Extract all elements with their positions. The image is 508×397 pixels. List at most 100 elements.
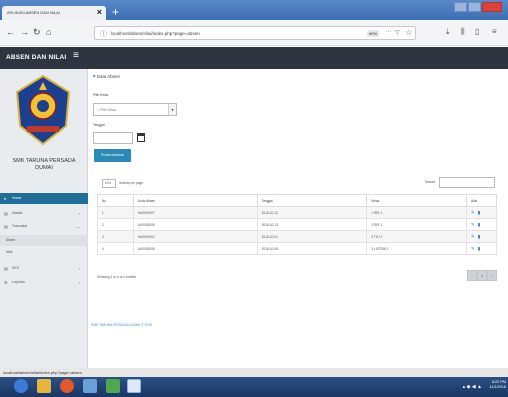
- reload-icon[interactable]: ↻: [33, 27, 41, 37]
- edit-icon[interactable]: ✎: [471, 234, 475, 239]
- cell-aksi: ✎ ▮: [466, 206, 497, 219]
- table-row: 4 KA0000008 2018-10-08 3 LISTRIK 1 ✎ ▮: [97, 242, 497, 255]
- pocket-icon[interactable]: ▽: [395, 29, 400, 36]
- pagination-prev[interactable]: ‹: [467, 270, 477, 281]
- browser-tab[interactable]: APLIKASI ABSEN DAN NILAI ×: [2, 6, 106, 20]
- chevron-left-icon: ‹: [78, 280, 80, 285]
- delete-icon[interactable]: ▮: [478, 246, 480, 251]
- system-tray-icons[interactable]: ▴ ◆ ◀ ▲: [463, 384, 482, 390]
- library-icon[interactable]: ⫼: [461, 27, 465, 37]
- sidebar-item-master[interactable]: ▤ Master ‹: [0, 208, 88, 219]
- app-icon[interactable]: [106, 379, 120, 393]
- download-icon[interactable]: ⤓: [446, 27, 450, 37]
- tab-title: APLIKASI ABSEN DAN NILAI: [7, 10, 60, 15]
- back-icon[interactable]: ←: [6, 27, 15, 37]
- cell-kelas: 1 RPL 1: [366, 206, 468, 219]
- delete-icon[interactable]: ▮: [478, 222, 480, 227]
- address-bar[interactable]: ⓘ localhost/absen/nilai/index.php?page=a…: [94, 26, 416, 40]
- column-header-no[interactable]: No: [97, 194, 134, 207]
- firefox-icon[interactable]: [60, 379, 74, 393]
- clock[interactable]: 8:22 PM 11/1/2018: [489, 380, 506, 390]
- absen-table: No Kode Absen Tanggal Kelas Aksi 1 KA000…: [97, 194, 497, 255]
- calendar-icon[interactable]: [137, 133, 145, 142]
- school-logo: [15, 74, 71, 146]
- home-icon[interactable]: ⌂: [46, 27, 51, 37]
- school-name-line1: SMK TARUNA PERSADA: [12, 158, 76, 164]
- sidebar-item-sks[interactable]: ▤ SKS ‹: [0, 263, 88, 274]
- new-tab-button[interactable]: +: [112, 6, 119, 18]
- search-input[interactable]: [439, 177, 495, 188]
- bookmark-star-icon[interactable]: ☆: [405, 28, 412, 37]
- page-actions-icon[interactable]: ···: [385, 28, 392, 35]
- browser-toolbar: ← → ↻ ⌂ ⓘ localhost/absen/nilai/index.ph…: [0, 20, 508, 46]
- tanggal-label: Tanggal: [93, 123, 105, 127]
- menu-icon[interactable]: ≡: [492, 27, 497, 36]
- sidebar-item-home[interactable]: ♦ Home: [0, 193, 88, 204]
- minimize-button[interactable]: [454, 2, 467, 12]
- cell-no: 2: [97, 218, 134, 231]
- records-per-page-label: records per page: [119, 181, 144, 185]
- tanggal-input[interactable]: [93, 132, 133, 144]
- url-text[interactable]: localhost/absen/nilai/index.php?page=abs…: [111, 31, 200, 36]
- file-explorer-icon[interactable]: [37, 379, 51, 393]
- records-per-page-select[interactable]: 10 ▾: [102, 179, 116, 188]
- school-name: SMK TARUNA PERSADA DUMAI: [0, 158, 88, 172]
- kelas-label: Pilih Kelas: [93, 93, 109, 97]
- table-info: Showing 1 to 4 of 4 entries: [97, 275, 137, 279]
- column-header-kelas[interactable]: Kelas: [366, 194, 468, 207]
- start-button-icon[interactable]: [14, 379, 28, 393]
- cell-aksi: ✎ ▮: [466, 242, 497, 255]
- tab-close-icon[interactable]: ×: [97, 7, 102, 17]
- pagination-page[interactable]: 1: [477, 270, 487, 281]
- zoom-level[interactable]: 80%: [367, 30, 380, 37]
- sidebar-item-label: Home: [12, 196, 22, 200]
- cell-kode: KA0000007: [132, 206, 258, 219]
- delete-icon[interactable]: ▮: [478, 210, 480, 215]
- cell-tanggal: 2018-10-13: [256, 218, 368, 231]
- taskbar: ▴ ◆ ◀ ▲ 8:22 PM 11/1/2018: [0, 377, 508, 397]
- sidebar: SMK TARUNA PERSADA DUMAI ♦ Home ▤ Master…: [0, 69, 88, 368]
- kelas-select-value: --Pilih Kelas--: [98, 108, 118, 112]
- chevron-left-icon: ‹: [78, 266, 80, 271]
- info-icon[interactable]: ⓘ: [100, 29, 107, 39]
- browser-statusbar: localhost/absen/nilai/index.php?page=abs…: [0, 368, 508, 377]
- cell-kode: KA0000008: [132, 242, 258, 255]
- window-controls: [453, 2, 502, 12]
- sidebar-toggle-icon[interactable]: ▯: [475, 27, 479, 36]
- app-header: ABSEN DAN NILAI ≡: [0, 47, 508, 69]
- chevron-left-icon: ‹: [78, 211, 80, 216]
- edit-icon[interactable]: ✎: [471, 222, 475, 227]
- column-header-tanggal[interactable]: Tanggal: [256, 194, 368, 207]
- sidebar-subitem-label: Absen: [6, 238, 16, 242]
- sidebar-item-label: Laporan: [12, 280, 25, 284]
- cell-kode: KA0000002: [132, 230, 258, 243]
- kelas-select[interactable]: --Pilih Kelas-- ▾: [93, 103, 177, 116]
- process-absensi-button[interactable]: Proses Absensi: [94, 149, 131, 162]
- word-icon[interactable]: [127, 379, 141, 393]
- footer-text[interactable]: SMK TARUNA PERSADA DUMAI © 2018: [91, 323, 152, 327]
- cell-kelas: 3 LISTRIK 1: [366, 242, 468, 255]
- media-player-icon[interactable]: [83, 379, 97, 393]
- home-icon: ♦: [4, 196, 7, 201]
- list-icon: ☰: [4, 280, 8, 285]
- delete-icon[interactable]: ▮: [478, 234, 480, 239]
- edit-icon[interactable]: ✎: [471, 210, 475, 215]
- hamburger-icon[interactable]: ≡: [73, 50, 79, 61]
- maximize-button[interactable]: [468, 2, 481, 12]
- sidebar-subitem-nilai[interactable]: Nilai: [0, 247, 88, 258]
- app-brand[interactable]: ABSEN DAN NILAI: [6, 54, 66, 61]
- sidebar-item-laporan[interactable]: ☰ Laporan ‹: [0, 277, 88, 288]
- edit-icon[interactable]: ✎: [471, 246, 475, 251]
- sidebar-subitem-absen[interactable]: Absen: [0, 235, 88, 246]
- sidebar-item-transaksi[interactable]: ▤ Transaksi ⌄: [0, 221, 88, 232]
- cell-aksi: ✎ ▮: [466, 230, 497, 243]
- column-header-aksi: Aksi: [466, 194, 497, 207]
- column-header-kode[interactable]: Kode Absen: [132, 194, 258, 207]
- forward-icon[interactable]: →: [20, 27, 29, 37]
- sidebar-item-label: SKS: [12, 266, 20, 270]
- sidebar-item-label: Transaksi: [12, 224, 28, 228]
- folder-icon: ▤: [4, 224, 8, 229]
- window-close-button[interactable]: [482, 2, 502, 12]
- pagination-next[interactable]: ›: [487, 270, 497, 281]
- table-row: 3 KA0000002 2018-10-01 3 TKJ 1 ✎ ▮: [97, 230, 497, 243]
